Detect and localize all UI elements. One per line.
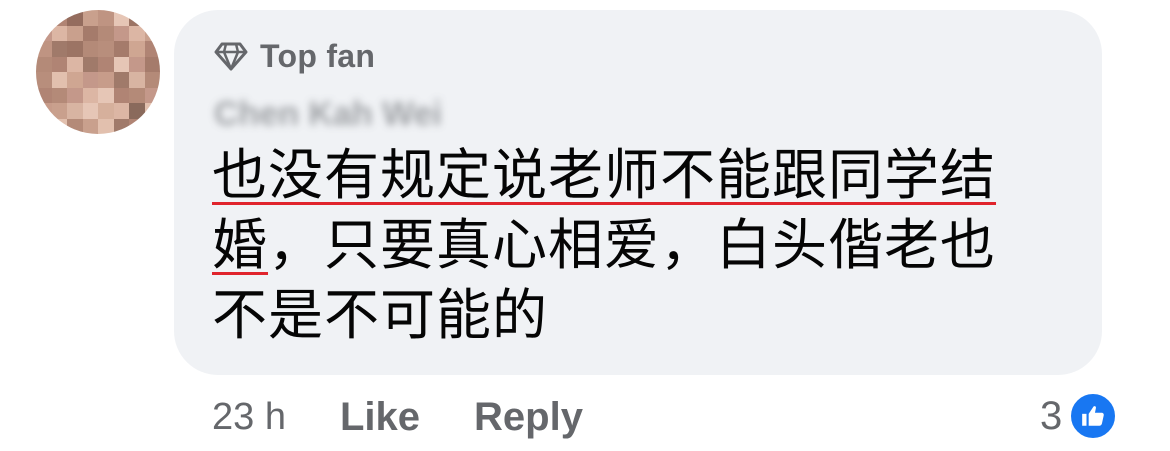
avatar-pixel	[129, 103, 145, 119]
avatar-pixel	[129, 10, 145, 26]
avatar-pixel	[51, 25, 67, 41]
avatar-pixel	[82, 118, 98, 134]
avatar-pixel	[98, 87, 114, 103]
comment-line-3: 不是不可能的	[212, 283, 549, 347]
avatar-pixel	[82, 87, 98, 103]
avatar-pixel	[67, 10, 83, 26]
avatar-pixel	[98, 10, 114, 26]
avatar-pixel	[144, 72, 160, 88]
avatar-pixel	[51, 56, 67, 72]
avatar-pixel	[67, 72, 83, 88]
avatar-pixel	[129, 118, 145, 134]
avatar-pixel	[67, 118, 83, 134]
avatar-pixel	[82, 72, 98, 88]
reaction-summary[interactable]: 3	[1040, 388, 1119, 444]
avatar-pixel	[51, 41, 67, 57]
avatar-pixel	[144, 41, 160, 57]
avatar-pixel	[144, 56, 160, 72]
comment-actions: 23 h Like Reply	[212, 390, 637, 444]
comment-line: 不是不可能的	[212, 280, 1082, 350]
like-button[interactable]: Like	[340, 395, 420, 440]
reaction-count: 3	[1040, 393, 1063, 438]
avatar-pixel	[98, 118, 114, 134]
avatar-pixel	[36, 87, 52, 103]
avatar-pixel	[67, 41, 83, 57]
avatar-pixel	[98, 72, 114, 88]
avatar-pixel	[144, 10, 160, 26]
avatar-pixel	[82, 103, 98, 119]
comment-line-2-tail: ，只要真心相爱，白头偕老也	[268, 213, 997, 277]
comment-line-1: 也没有规定说老师不能跟同学结	[212, 143, 997, 207]
thumbs-up-icon	[1068, 391, 1119, 441]
badge-label: Top fan	[260, 37, 376, 74]
avatar-pixel	[36, 118, 52, 134]
avatar-pixel	[113, 103, 129, 119]
avatar-pixel	[82, 41, 98, 57]
reply-button[interactable]: Reply	[474, 395, 583, 440]
avatar-pixel	[67, 103, 83, 119]
diamond-icon	[214, 42, 248, 71]
avatar-pixel	[144, 25, 160, 41]
avatar-pixel	[82, 10, 98, 26]
avatar-pixel	[36, 10, 52, 26]
avatar-pixel	[144, 87, 160, 103]
avatar-pixel	[51, 87, 67, 103]
avatar-pixel	[113, 118, 129, 134]
avatar-pixel	[36, 41, 52, 57]
author-name-text: Chen Kah Wei	[214, 94, 442, 133]
avatar-pixel	[98, 25, 114, 41]
avatar-pixel	[36, 25, 52, 41]
avatar-pixel	[144, 118, 160, 134]
avatar-pixel	[67, 87, 83, 103]
avatar-pixel	[51, 72, 67, 88]
comment-text: 也没有规定说老师不能跟同学结 婚，只要真心相爱，白头偕老也 不是不可能的	[212, 140, 1082, 350]
avatar-pixel	[51, 10, 67, 26]
avatar-pixel	[98, 41, 114, 57]
avatar-pixel	[129, 72, 145, 88]
avatar-pixel	[144, 103, 160, 119]
avatar-pixel	[129, 25, 145, 41]
avatar-pixel	[67, 56, 83, 72]
avatar-pixel	[67, 25, 83, 41]
author-name[interactable]: Chen Kah Wei	[214, 92, 442, 136]
avatar-pixel	[98, 56, 114, 72]
avatar-pixel	[129, 56, 145, 72]
timestamp[interactable]: 23 h	[212, 396, 286, 439]
avatar-pixel	[129, 41, 145, 57]
avatar-pixel	[129, 87, 145, 103]
avatar-pixel	[113, 10, 129, 26]
avatar-pixel	[113, 87, 129, 103]
comment-bubble: Top fan Chen Kah Wei 也没有规定说老师不能跟同学结 婚，只要…	[174, 10, 1102, 375]
avatar-pixel	[36, 103, 52, 119]
avatar-pixel	[82, 25, 98, 41]
avatar-pixel	[36, 56, 52, 72]
comment-line: 也没有规定说老师不能跟同学结	[212, 140, 1082, 210]
avatar-pixel	[98, 103, 114, 119]
avatar-pixel	[113, 41, 129, 57]
avatar-pixel	[113, 56, 129, 72]
avatar-pixel	[51, 118, 67, 134]
avatar-pixel	[36, 72, 52, 88]
avatar-pixel	[113, 25, 129, 41]
top-fan-badge: Top fan	[214, 36, 375, 76]
avatar-pixel	[113, 72, 129, 88]
avatar-pixel	[51, 103, 67, 119]
avatar[interactable]	[36, 10, 160, 134]
comment-line: 婚，只要真心相爱，白头偕老也	[212, 210, 1082, 280]
comment-line-2-head: 婚	[212, 213, 269, 277]
avatar-pixel	[82, 56, 98, 72]
